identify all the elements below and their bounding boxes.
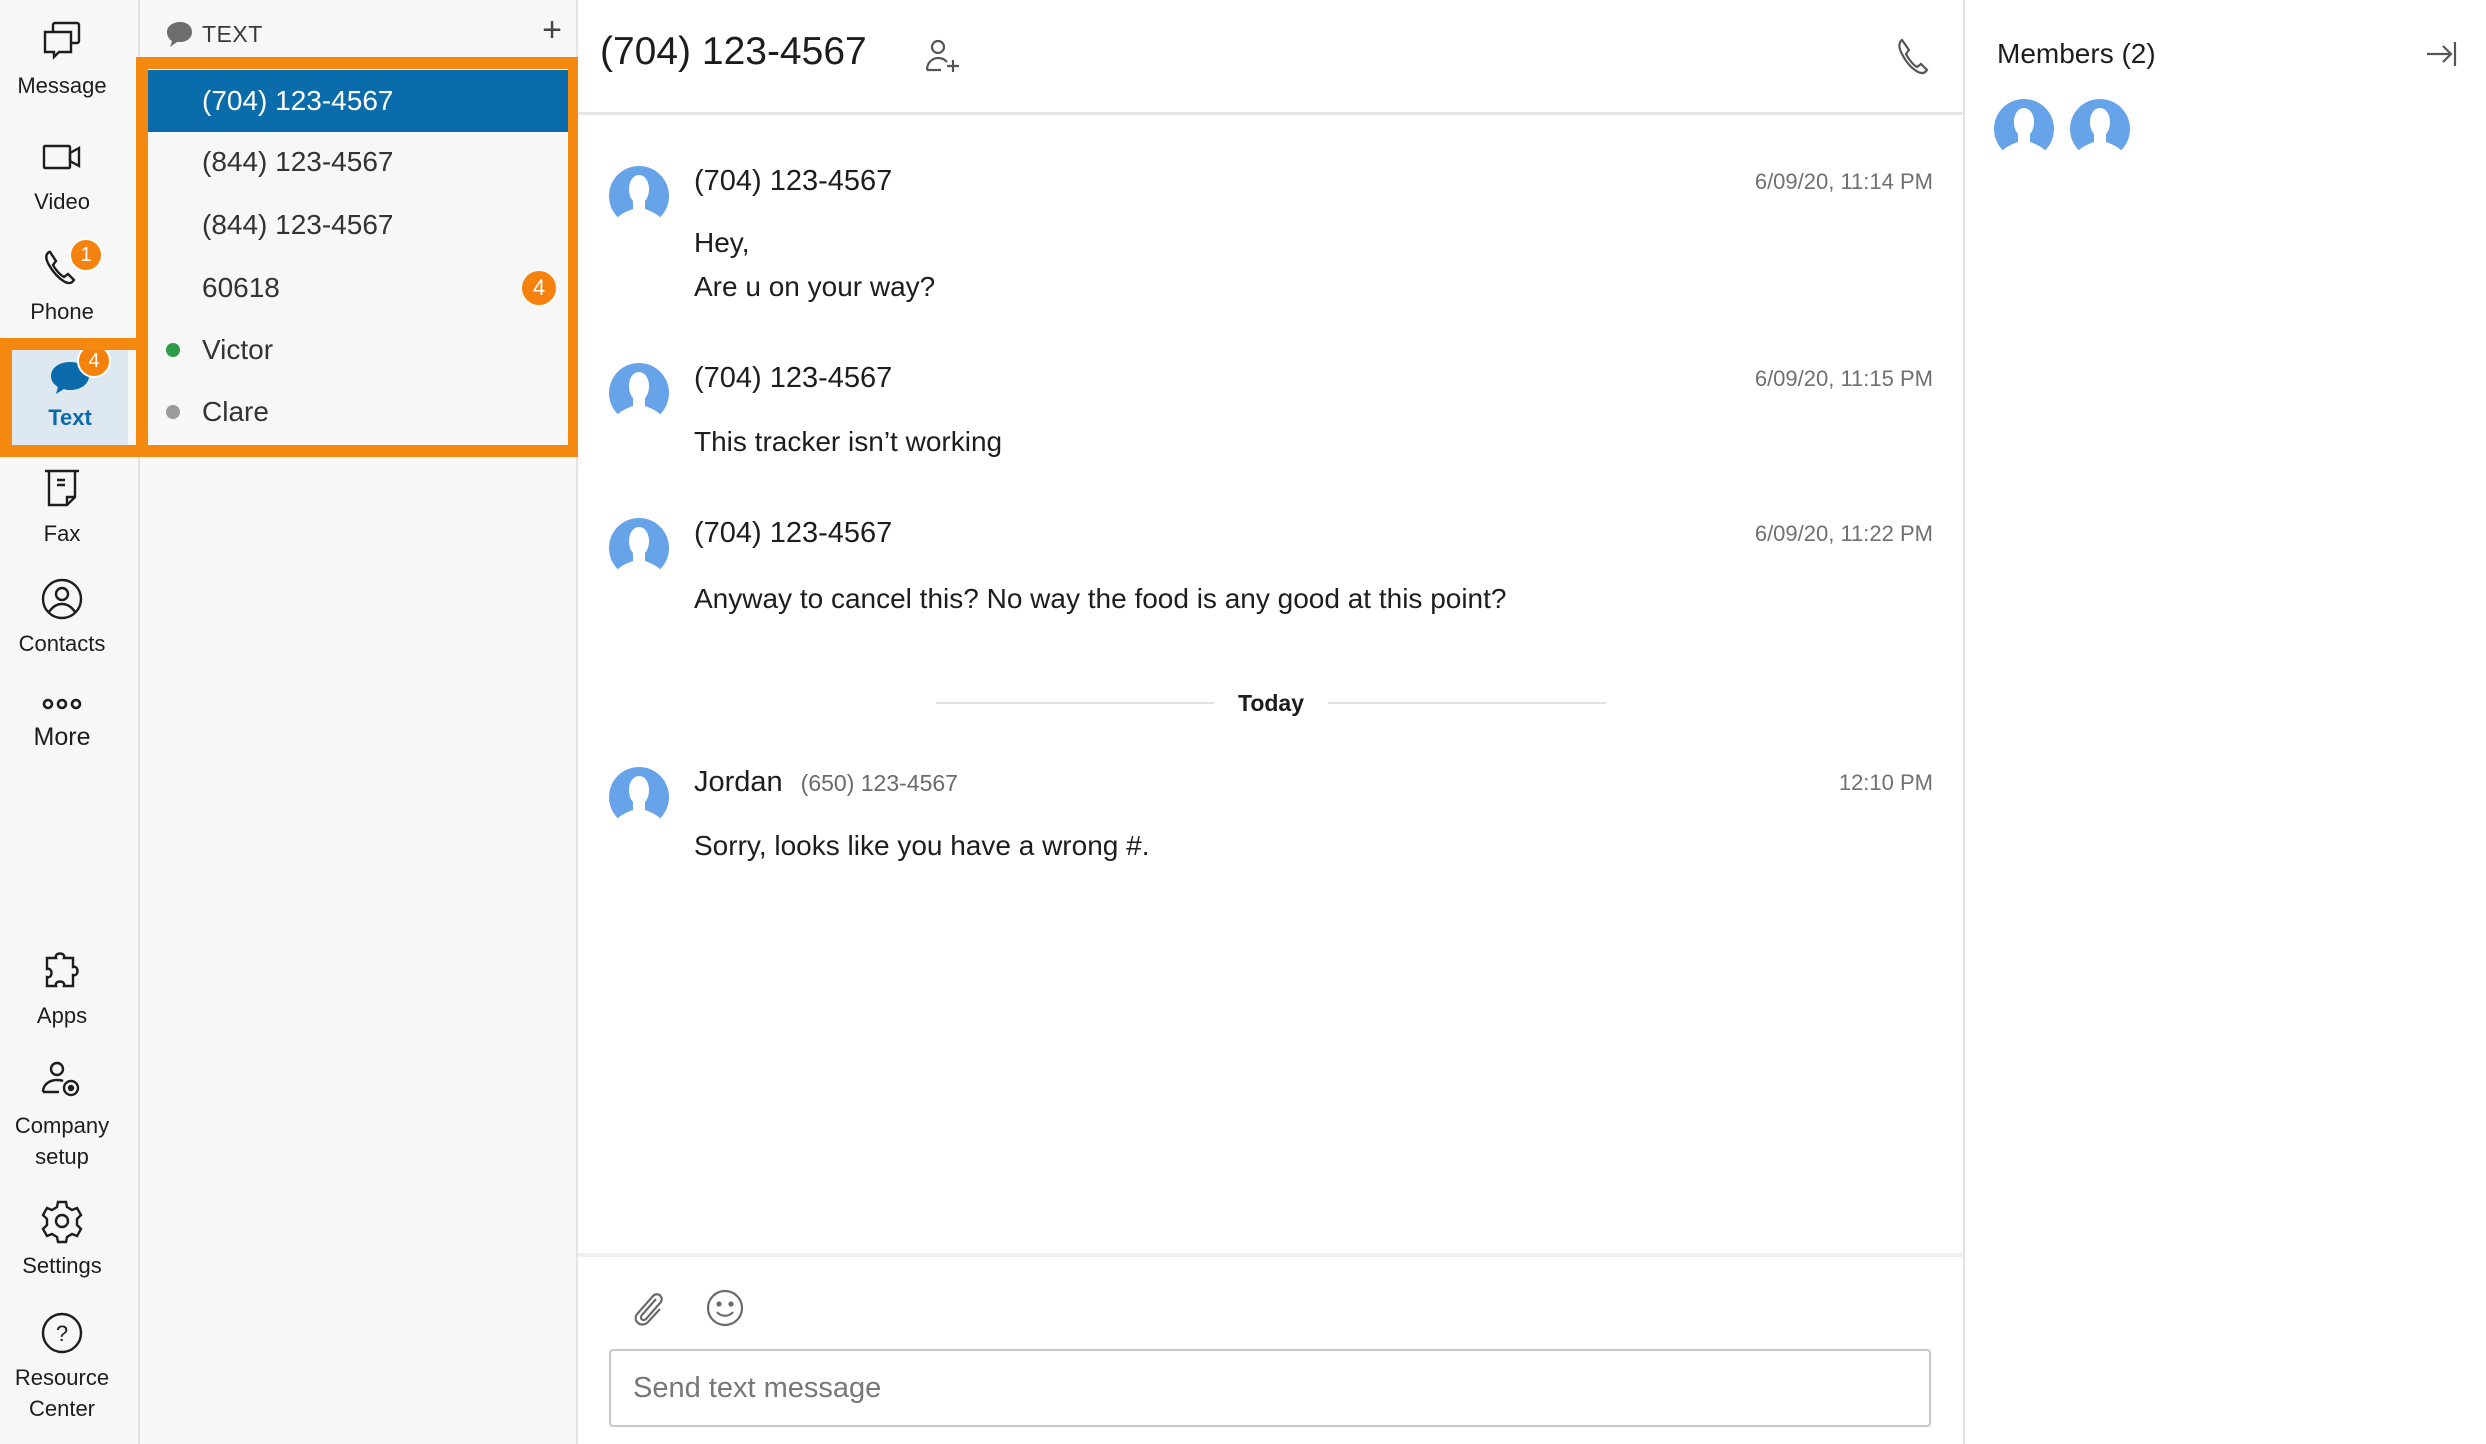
message: (704) 123-4567 6/09/20, 11:14 PM Hey, Ar… [608,165,1933,315]
members-title: Members (2) [1997,38,2156,69]
message-text: Hey, [694,227,750,258]
sender-name: Jordan [694,766,783,798]
nav-text[interactable]: 4 Text [12,344,128,446]
member-avatar[interactable] [2069,98,2131,160]
message: Jordan (650) 123-4567 12:10 PM Sorry, loo… [608,766,1933,876]
conversation-item[interactable]: Victor [148,319,568,381]
divider-label: Today [1237,690,1305,716]
message-text: Are u on your way? [694,271,936,302]
unread-badge: 4 [522,271,556,305]
nav-apps[interactable]: Apps [0,948,124,1031]
speech-bubble-icon: 4 [47,344,111,400]
offline-status-dot [166,405,180,419]
chat-title: (704) 123-4567 [600,30,867,73]
nav-apps-label: Apps [36,1003,88,1028]
conversation-item[interactable]: (704) 123-4567 [148,70,568,132]
nav-resource-center[interactable]: ? Resource Center [0,1310,124,1424]
text-badge: 4 [77,344,111,378]
contact-icon [39,576,85,622]
conversation-item[interactable]: 60618 4 [148,257,568,319]
emoji-icon[interactable] [704,1287,746,1329]
nav-contacts[interactable]: Contacts [0,576,124,659]
nav-phone[interactable]: 1 Phone [0,238,124,327]
nav-contacts-label: Contacts [18,631,106,656]
svg-text:?: ? [56,1321,68,1346]
message-text: Sorry, looks like you have a wrong #. [694,830,1150,861]
fax-icon [39,466,85,512]
nav-message[interactable]: Message [0,18,124,101]
nav-video[interactable]: Video [0,134,124,217]
message-text: This tracker isn’t working [694,426,1003,457]
message-input[interactable] [609,1349,1931,1427]
members-panel: Members (2) [1963,0,2486,1444]
nav-fax-label: Fax [43,521,81,546]
message-sender: (704) 123-4567 [694,362,893,394]
nav-more-label: More [33,723,91,751]
conversation-name: Clare [202,396,269,427]
date-divider: Today [936,685,1606,721]
text-bubble-icon [167,22,192,47]
nav-message-label: Message [17,73,107,98]
message-time: 6/09/20, 11:22 PM [1754,521,1933,546]
paperclip-icon[interactable] [628,1287,670,1329]
help-icon: ? [39,1310,85,1356]
avatar [609,518,669,579]
conversation-name: (844) 123-4567 [202,146,394,177]
avatar [609,767,669,828]
phone-badge: 1 [69,238,103,272]
chat-bubbles-icon [39,18,85,64]
message-time: 6/09/20, 11:15 PM [1754,366,1933,391]
online-status-dot [166,343,180,357]
nav-video-label: Video [34,189,90,214]
list-header-label: TEXT [202,20,263,47]
phone-icon: 1 [39,238,103,290]
conversation-name: Victor [202,334,274,365]
add-member-icon[interactable] [923,36,963,76]
nav-company-setup-label: Company setup [14,1113,110,1169]
collapse-panel-icon[interactable] [2424,36,2460,72]
nav-fax[interactable]: Fax [0,466,124,549]
conversation-name: (844) 123-4567 [202,209,394,240]
conversation-name: 60618 [202,272,280,303]
composer [578,1253,1963,1444]
conversation-item[interactable]: Clare [148,381,568,443]
conversation-item[interactable]: (844) 123-4567 [148,194,568,256]
avatar [609,363,669,424]
member-avatar[interactable] [1993,98,2055,160]
message-sender: Jordan (650) 123-4567 [694,766,958,799]
message: (704) 123-4567 6/09/20, 11:22 PM Anyway … [608,517,1933,627]
conversation-list-panel: TEXT + (704) 123-4567 (844) 123-4567 (84… [140,0,578,1444]
nav-company-setup[interactable]: Company setup [0,1058,124,1172]
nav-settings[interactable]: Settings [0,1198,124,1281]
message-time: 12:10 PM [1838,770,1933,795]
call-icon[interactable] [1893,34,1933,78]
avatar [609,166,669,227]
message-sender: (704) 123-4567 [694,517,893,549]
list-header: TEXT [164,16,263,52]
chat-pane: (704) 123-4567 (704) 123-4567 6/09/20, 1… [578,0,1963,1444]
message-text: Anyway to cancel this? No way the food i… [694,583,1507,614]
chat-header: (704) 123-4567 [578,0,1963,115]
left-nav: Message Video 1 Phone 4 Text Fax Contact… [0,0,140,1444]
conversation-item[interactable]: (844) 123-4567 [148,131,568,193]
more-dots-icon [39,680,85,716]
message-time: 6/09/20, 11:14 PM [1754,169,1933,194]
message-sender: (704) 123-4567 [694,165,893,197]
new-text-button[interactable]: + [542,12,562,48]
sender-number: (650) 123-4567 [800,770,958,796]
nav-more[interactable]: More [0,680,124,753]
gear-icon [39,1198,85,1244]
user-gear-icon [39,1058,85,1104]
nav-phone-label: Phone [30,299,94,324]
conversation-name: (704) 123-4567 [202,85,394,116]
puzzle-icon [39,948,85,994]
video-camera-icon [39,134,85,180]
nav-resource-center-label: Resource Center [14,1365,110,1421]
nav-text-label: Text [48,405,92,430]
message: (704) 123-4567 6/09/20, 11:15 PM This tr… [608,362,1933,472]
nav-settings-label: Settings [22,1253,102,1278]
